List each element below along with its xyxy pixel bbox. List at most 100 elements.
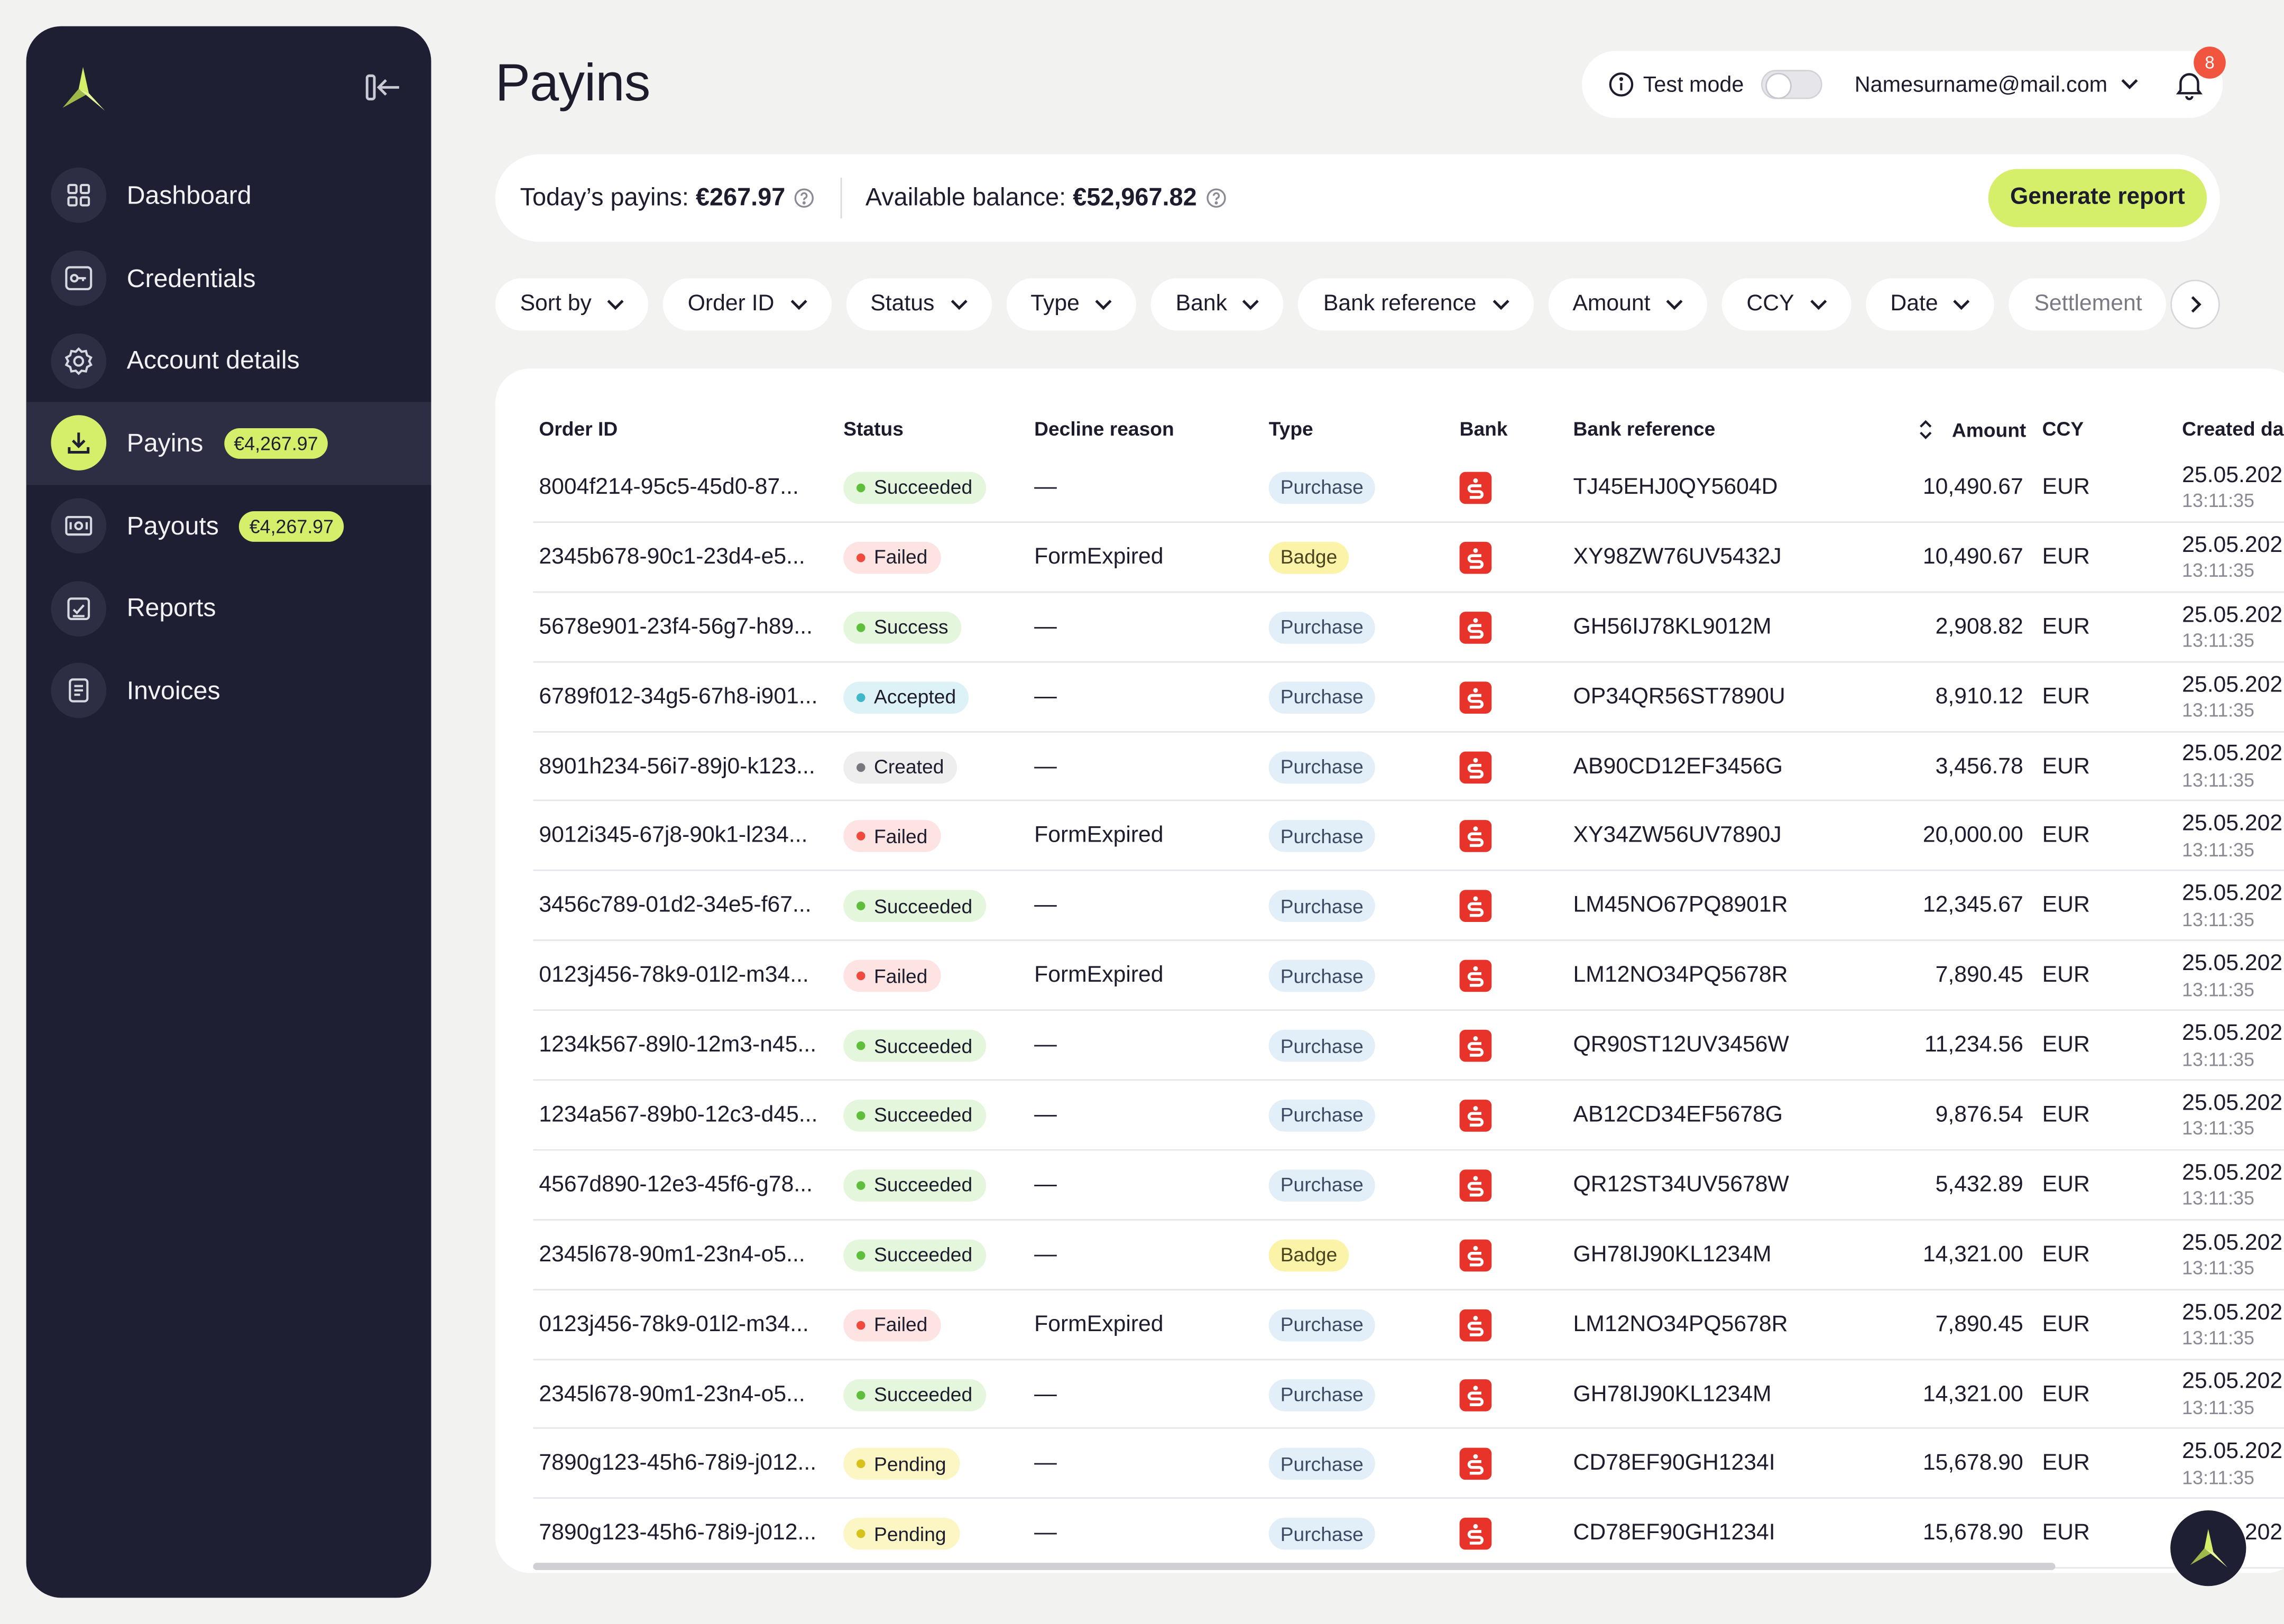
order-id[interactable]: 6789f012-34g5-67h8-i901... bbox=[539, 662, 817, 732]
decline-reason: FormExpired bbox=[1034, 823, 1164, 848]
table-row[interactable]: 3456c789-01d2-34e5-f67... Succeeded — Purch… bbox=[533, 871, 2284, 942]
order-id[interactable]: 1234k567-89l0-12m3-n45... bbox=[539, 1011, 816, 1081]
sidebar-nav: Dashboard Credentials Account details Payin… bbox=[26, 154, 431, 732]
filter-date[interactable]: Date bbox=[1865, 278, 1995, 331]
assistant-button[interactable] bbox=[2170, 1510, 2246, 1586]
column-header-order-id[interactable]: Order ID bbox=[539, 418, 618, 440]
created-date: 25.05.202 13:11:35 bbox=[2182, 532, 2283, 582]
sidebar-item-credentials[interactable]: Credentials bbox=[26, 237, 431, 319]
table-row[interactable]: 8901h234-56i7-89j0-k123... Created — Purcha… bbox=[533, 732, 2284, 802]
sidebar-item-label: Credentials bbox=[126, 263, 256, 292]
filter-amount[interactable]: Amount bbox=[1548, 278, 1707, 331]
column-header-status[interactable]: Status bbox=[843, 418, 904, 440]
bank-cell bbox=[1459, 1499, 1492, 1569]
bank-cell bbox=[1459, 662, 1492, 732]
filter-status[interactable]: Status bbox=[845, 278, 991, 331]
filter-sort-by[interactable]: Sort by bbox=[495, 278, 649, 331]
order-id[interactable]: 8901h234-56i7-89j0-k123... bbox=[539, 732, 815, 802]
filter-bar: Sort by Order ID Status Type Bank Bank refere… bbox=[495, 278, 2220, 331]
filter-label: Order ID bbox=[687, 291, 775, 316]
table-row[interactable]: 1234a567-89b0-12c3-d45... Succeeded — Purch… bbox=[533, 1081, 2284, 1151]
table-row[interactable]: 7890g123-45h6-78i9-j012... Pending — Purcha… bbox=[533, 1499, 2284, 1569]
filters-next-button[interactable] bbox=[2170, 279, 2220, 329]
table-row[interactable]: 8004f214-95c5-45d0-87... Succeeded — Purcha… bbox=[533, 453, 2284, 523]
sidebar-item-label: Account details bbox=[126, 345, 300, 375]
order-id[interactable]: 0123j456-78k9-01l2-m34... bbox=[539, 941, 808, 1011]
generate-report-button[interactable]: Generate report bbox=[1988, 169, 2207, 227]
amount-badge: €4,267.97 bbox=[239, 510, 344, 541]
type-cell: Purchase bbox=[1268, 662, 1375, 732]
collapse-sidebar-icon[interactable] bbox=[364, 70, 402, 105]
table-row[interactable]: 2345l678-90m1-23n4-o5... Succeeded — Badge G… bbox=[533, 1220, 2284, 1290]
decline-reason: — bbox=[1034, 474, 1057, 500]
horizontal-scrollbar[interactable] bbox=[533, 1563, 2056, 1570]
created-date: 25.05.202 13:11:35 bbox=[2182, 1091, 2283, 1140]
filter-ccy[interactable]: CCY bbox=[1721, 278, 1852, 331]
sidebar-item-payouts[interactable]: Payouts €4,267.97 bbox=[26, 485, 431, 567]
order-id[interactable]: 5678e901-23f4-56g7-h89... bbox=[539, 593, 813, 662]
order-id[interactable]: 9012i345-67j8-90k1-l234... bbox=[539, 802, 807, 872]
bank-reference: LM12NO34PQ5678R bbox=[1573, 1312, 1788, 1337]
test-mode-toggle[interactable] bbox=[1761, 70, 1823, 99]
sidebar-item-label: Payins bbox=[126, 428, 204, 457]
table-row[interactable]: 0123j456-78k9-01l2-m34... Failed FormExpir… bbox=[533, 1290, 2284, 1360]
column-header-bank-reference[interactable]: Bank reference bbox=[1573, 418, 1716, 440]
table-row[interactable]: 5678e901-23f4-56g7-h89... Success — Purchas… bbox=[533, 593, 2284, 662]
user-menu[interactable]: Namesurname@mail.com bbox=[1855, 72, 2140, 97]
table-row[interactable]: 4567d890-12e3-45f6-g78... Succeeded — Purch… bbox=[533, 1150, 2284, 1221]
sidebar-item-account-details[interactable]: Account details bbox=[26, 319, 431, 402]
help-icon[interactable] bbox=[794, 188, 815, 208]
order-id[interactable]: 2345l678-90m1-23n4-o5... bbox=[539, 1360, 805, 1429]
column-header-created-da[interactable]: Created da bbox=[2182, 418, 2283, 440]
help-icon[interactable] bbox=[1205, 188, 1226, 208]
type-badge: Badge bbox=[1268, 1239, 1349, 1271]
order-id[interactable]: 4567d890-12e3-45f6-g78... bbox=[539, 1150, 813, 1220]
table-row[interactable]: 7890g123-45h6-78i9-j012... Pending — Purcha… bbox=[533, 1429, 2284, 1499]
order-id[interactable]: 0123j456-78k9-01l2-m34... bbox=[539, 1290, 808, 1360]
sidebar-item-payins[interactable]: Payins €4,267.97 bbox=[26, 402, 431, 485]
filter-order-id[interactable]: Order ID bbox=[662, 278, 831, 331]
column-header-bank[interactable]: Bank bbox=[1460, 418, 1508, 440]
type-cell: Purchase bbox=[1268, 1150, 1375, 1220]
order-id[interactable]: 7890g123-45h6-78i9-j012... bbox=[539, 1429, 816, 1499]
table-row[interactable]: 2345l678-90m1-23n4-o5... Succeeded — Purcha… bbox=[533, 1360, 2284, 1430]
sidebar-item-reports[interactable]: Reports bbox=[26, 567, 431, 650]
table-row[interactable]: 6789f012-34g5-67h8-i901... Accepted — Purch… bbox=[533, 662, 2284, 732]
order-id[interactable]: 1234a567-89b0-12c3-d45... bbox=[539, 1081, 817, 1150]
filter-bank[interactable]: Bank bbox=[1150, 278, 1284, 331]
bank-reference: GH78IJ90KL1234M bbox=[1573, 1242, 1772, 1267]
status-badge: Pending bbox=[843, 1518, 960, 1551]
column-header-type[interactable]: Type bbox=[1269, 418, 1313, 440]
column-header-decline-reason[interactable]: Decline reason bbox=[1034, 418, 1174, 440]
table-row[interactable]: 0123j456-78k9-01l2-m34... Failed FormExpir… bbox=[533, 941, 2284, 1011]
order-id[interactable]: 8004f214-95c5-45d0-87... bbox=[539, 453, 798, 523]
bank-reference: QR12ST34UV5678W bbox=[1573, 1172, 1789, 1197]
order-id[interactable]: 7890g123-45h6-78i9-j012... bbox=[539, 1499, 816, 1569]
table-row[interactable]: 1234k567-89l0-12m3-n45... Succeeded — Purch… bbox=[533, 1011, 2284, 1081]
sort-icon bbox=[1920, 420, 1932, 439]
type-badge: Purchase bbox=[1268, 1518, 1375, 1551]
bank-reference: XY98ZW76UV5432J bbox=[1573, 544, 1782, 569]
order-id[interactable]: 2345l678-90m1-23n4-o5... bbox=[539, 1220, 805, 1290]
gear-icon bbox=[51, 333, 107, 389]
column-header-ccy[interactable]: CCY bbox=[2042, 418, 2084, 440]
chevron-down-icon bbox=[1095, 299, 1112, 309]
order-id[interactable]: 2345b678-90c1-23d4-e5... bbox=[539, 523, 805, 593]
status-badge: Succeeded bbox=[843, 1099, 986, 1132]
filter-label: CCY bbox=[1746, 291, 1794, 316]
table-row[interactable]: 9012i345-67j8-90k1-l234... Failed FormExpi… bbox=[533, 802, 2284, 872]
table-row[interactable]: 2345b678-90c1-23d4-e5... Failed FormExpire… bbox=[533, 523, 2284, 593]
filter-settlement[interactable]: Settlement bbox=[2009, 278, 2166, 331]
order-id[interactable]: 3456c789-01d2-34e5-f67... bbox=[539, 871, 811, 941]
decline-reason: — bbox=[1034, 614, 1057, 639]
filter-label: Bank reference bbox=[1323, 291, 1477, 316]
type-badge: Purchase bbox=[1268, 1169, 1375, 1202]
type-badge: Purchase bbox=[1268, 472, 1375, 504]
banknote-icon bbox=[51, 498, 107, 554]
column-header-amount[interactable]: Amount bbox=[1917, 418, 2026, 441]
bank-cell bbox=[1459, 1429, 1492, 1499]
sidebar-item-dashboard[interactable]: Dashboard bbox=[26, 154, 431, 237]
filter-type[interactable]: Type bbox=[1006, 278, 1137, 331]
filter-bank-reference[interactable]: Bank reference bbox=[1298, 278, 1533, 331]
sidebar-item-invoices[interactable]: Invoices bbox=[26, 650, 431, 732]
